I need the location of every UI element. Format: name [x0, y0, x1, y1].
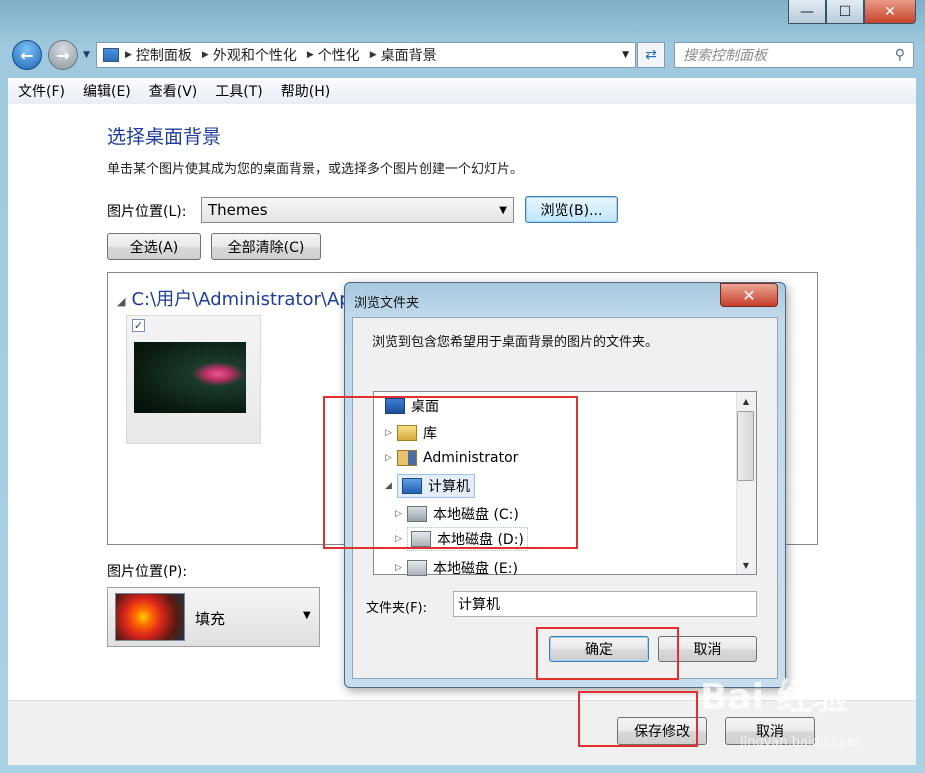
folder-input[interactable]: 计算机	[453, 591, 757, 617]
dialog-close-icon[interactable]: ✕	[720, 283, 778, 307]
fill-preview-image	[115, 593, 185, 641]
drive-icon	[407, 560, 427, 576]
tree-item-label: 本地磁盘 (E:)	[433, 561, 518, 577]
select-all-button[interactable]: 全选(A)	[107, 233, 201, 260]
picture-location-select[interactable]: Themes ▼	[201, 197, 514, 223]
highlight-box-ok	[536, 627, 679, 680]
close-button[interactable]: ✕	[864, 0, 916, 24]
back-arrow-icon[interactable]: ←	[12, 40, 42, 70]
address-bar[interactable]: ▶ 控制面板 ▶ 外观和个性化 ▶ 个性化 ▶ 桌面背景 ▼	[96, 42, 636, 68]
breadcrumb-personalization[interactable]: 个性化	[318, 45, 360, 65]
breadcrumb-separator-icon: ▶	[369, 50, 377, 60]
gallery-path: C:\用户\Administrator\Ap	[131, 289, 351, 310]
breadcrumb-separator-icon: ▶	[125, 50, 132, 60]
picture-position-label: 图片位置(P):	[107, 564, 188, 580]
picture-checkbox[interactable]: ✓	[132, 319, 145, 332]
expand-icon[interactable]: ▷	[395, 563, 407, 573]
lotus-thumbnail-image[interactable]	[134, 342, 246, 413]
highlight-box-tree	[323, 396, 578, 549]
browse-button[interactable]: 浏览(B)...	[525, 196, 618, 223]
refresh-icon[interactable]: ⇄	[637, 42, 665, 68]
breadcrumb-control-panel[interactable]: 控制面板	[136, 45, 192, 65]
dialog-description: 浏览到包含您希望用于桌面背景的图片的文件夹。	[372, 335, 659, 350]
menu-tools[interactable]: 工具(T)	[215, 81, 262, 101]
breadcrumb-appearance[interactable]: 外观和个性化	[213, 45, 297, 65]
collapse-icon[interactable]: ◢	[117, 295, 125, 308]
scroll-down-icon[interactable]: ▼	[736, 556, 756, 574]
caption-buttons: — ☐ ✕	[788, 0, 916, 26]
menu-edit[interactable]: 编辑(E)	[83, 81, 131, 101]
gallery-group-header[interactable]: ◢ C:\用户\Administrator\Ap	[117, 285, 351, 311]
watermark-logo: Bai 经验	[700, 677, 849, 718]
watermark-url: jingyan.baidu.com	[740, 735, 860, 750]
search-placeholder: 搜索控制面板	[683, 48, 767, 64]
chevron-down-icon: ▼	[303, 610, 311, 621]
address-dropdown-icon[interactable]: ▼	[622, 50, 629, 60]
tree-item-drive-e[interactable]: ▷ 本地磁盘 (E:)	[395, 558, 518, 578]
menu-help[interactable]: 帮助(H)	[281, 81, 330, 101]
scrollbar-thumb[interactable]	[737, 411, 754, 481]
dialog-title: 浏览文件夹	[354, 296, 420, 311]
search-input[interactable]: 搜索控制面板 ⚲	[674, 42, 914, 68]
breadcrumb-desktop-background[interactable]: 桌面背景	[381, 45, 437, 65]
page-description: 单击某个图片使其成为您的桌面背景，或选择多个图片创建一个幻灯片。	[107, 162, 524, 177]
control-panel-icon	[103, 48, 119, 62]
picture-location-label: 图片位置(L):	[107, 204, 187, 220]
forward-arrow-icon[interactable]: →	[48, 40, 78, 70]
page-title: 选择桌面背景	[107, 126, 222, 148]
menu-file[interactable]: 文件(F)	[18, 81, 65, 101]
scroll-up-icon[interactable]: ▲	[736, 392, 756, 410]
picture-position-value: 填充	[195, 610, 226, 628]
breadcrumb-separator-icon: ▶	[201, 50, 209, 60]
chevron-down-icon: ▼	[499, 204, 507, 216]
history-dropdown-icon[interactable]: ▼	[83, 50, 90, 60]
highlight-box-save	[578, 691, 698, 747]
minimize-button[interactable]: —	[788, 0, 826, 24]
menu-view[interactable]: 查看(V)	[149, 81, 198, 101]
clear-all-button[interactable]: 全部清除(C)	[211, 233, 321, 260]
maximize-button[interactable]: ☐	[826, 0, 864, 24]
menu-bar: 文件(F) 编辑(E) 查看(V) 工具(T) 帮助(H)	[8, 78, 916, 105]
folder-label: 文件夹(F):	[366, 601, 428, 616]
search-icon[interactable]: ⚲	[895, 47, 905, 63]
breadcrumb-separator-icon: ▶	[306, 50, 314, 60]
picture-location-value: Themes	[208, 201, 268, 219]
